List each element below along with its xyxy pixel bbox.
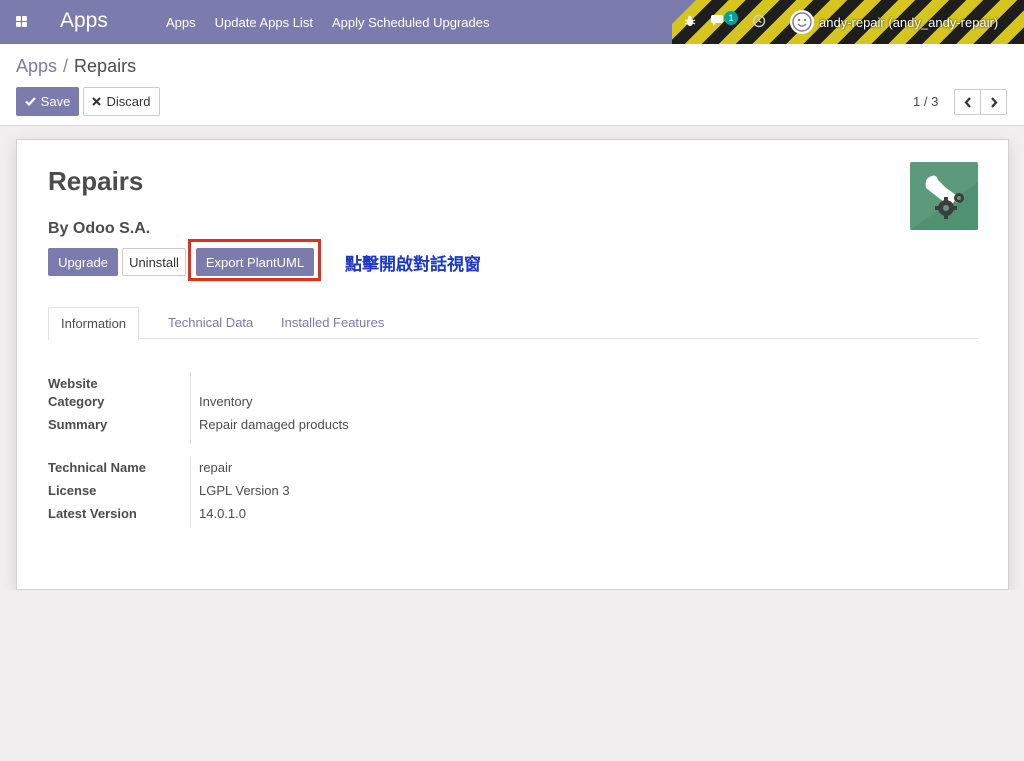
apps-menu-icon[interactable] bbox=[16, 16, 27, 27]
field-value-technical-name: repair bbox=[199, 460, 233, 475]
menu-item-apps[interactable]: Apps bbox=[166, 15, 196, 30]
main-menu: Apps Update Apps List Apply Scheduled Up… bbox=[166, 15, 490, 30]
page-background bbox=[0, 590, 1024, 761]
smiley-face-icon bbox=[792, 12, 812, 32]
chevron-left-icon bbox=[964, 96, 971, 108]
tab-technical-data[interactable]: Technical Data bbox=[156, 307, 265, 339]
pager-next-button[interactable] bbox=[980, 89, 1007, 115]
check-icon bbox=[24, 97, 36, 106]
field-label-website: Website bbox=[48, 376, 98, 391]
field-value-license: LGPL Version 3 bbox=[199, 483, 290, 498]
user-avatar[interactable] bbox=[790, 10, 814, 34]
activity-clock-icon[interactable] bbox=[752, 14, 766, 28]
chat-count-badge: 1 bbox=[724, 11, 738, 25]
field-label-summary: Summary bbox=[48, 417, 108, 432]
group-divider bbox=[190, 372, 191, 444]
info-group-general: Website Category Inventory Summary Repai… bbox=[48, 372, 548, 444]
breadcrumb-apps-link[interactable]: Apps bbox=[16, 56, 57, 76]
field-label-latest-version: Latest Version bbox=[48, 506, 137, 521]
systray: 1 andy-repair (andy_andy-repair) bbox=[680, 0, 1024, 44]
bug-icon[interactable] bbox=[684, 15, 696, 27]
breadcrumb-current: Repairs bbox=[74, 56, 137, 76]
pager-previous-button[interactable] bbox=[954, 89, 981, 115]
annotation-text: 點擊開啟對話視窗 bbox=[345, 255, 481, 275]
notebook-tabs: Information Technical Data Installed Fea… bbox=[48, 307, 978, 340]
menu-item-update-apps-list[interactable]: Update Apps List bbox=[215, 15, 313, 30]
export-plantuml-button[interactable]: Export PlantUML bbox=[196, 248, 314, 276]
control-panel: Apps / Repairs Save Discard 1 / 3 bbox=[0, 44, 1024, 126]
close-icon bbox=[92, 97, 102, 106]
top-navbar: Apps Apps Update Apps List Apply Schedul… bbox=[0, 0, 1024, 44]
upgrade-button[interactable]: Upgrade bbox=[48, 248, 118, 276]
field-label-category: Category bbox=[48, 394, 105, 409]
app-author: By Odoo S.A. bbox=[48, 220, 151, 237]
user-menu-name[interactable]: andy-repair (andy_andy-repair) bbox=[819, 15, 998, 30]
uninstall-button[interactable]: Uninstall bbox=[122, 248, 186, 276]
app-brand[interactable]: Apps bbox=[60, 9, 108, 33]
field-label-technical-name: Technical Name bbox=[48, 460, 147, 475]
field-value-category: Inventory bbox=[199, 394, 253, 409]
field-label-license: License bbox=[48, 483, 97, 498]
menu-item-apply-scheduled-upgrades[interactable]: Apply Scheduled Upgrades bbox=[332, 15, 490, 30]
app-title: Repairs bbox=[48, 166, 144, 196]
tab-installed-features[interactable]: Installed Features bbox=[269, 307, 396, 339]
form-sheet: Repairs By Odoo S.A. Upgrade Uninstall E… bbox=[16, 139, 1009, 590]
info-group-technical: Technical Name repair License LGPL Versi… bbox=[48, 456, 548, 528]
tab-information[interactable]: Information bbox=[48, 307, 140, 340]
field-value-latest-version: 14.0.1.0 bbox=[199, 506, 246, 521]
discard-button[interactable]: Discard bbox=[83, 87, 160, 116]
pager-value[interactable]: 1 / 3 bbox=[913, 94, 938, 109]
breadcrumb: Apps / Repairs bbox=[16, 56, 136, 77]
discard-button-label: Discard bbox=[106, 94, 151, 109]
chevron-right-icon bbox=[990, 96, 997, 108]
save-button-label: Save bbox=[40, 94, 71, 109]
repair-wrench-gear-icon bbox=[910, 162, 978, 230]
field-value-summary: Repair damaged products bbox=[199, 417, 349, 432]
group-divider bbox=[190, 456, 191, 528]
save-button[interactable]: Save bbox=[16, 87, 79, 116]
breadcrumb-separator: / bbox=[63, 56, 69, 76]
